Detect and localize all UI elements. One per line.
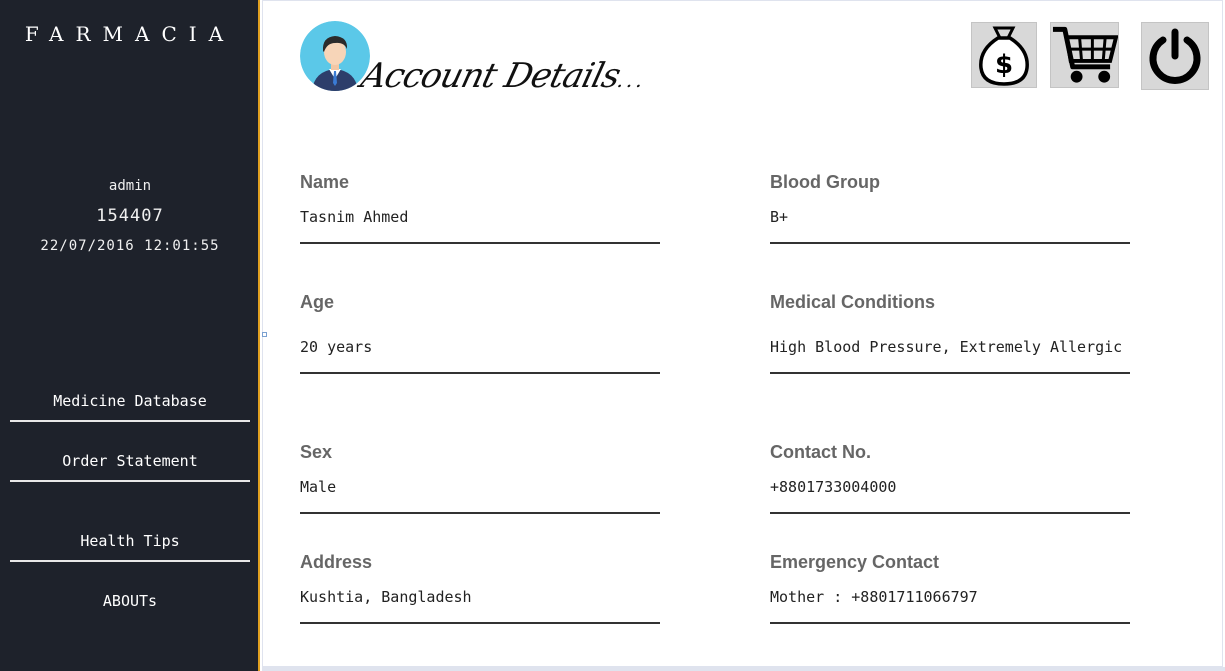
login-datetime: 22/07/2016 12:01:55 — [40, 238, 220, 254]
blood-group-label: Blood Group — [770, 172, 880, 192]
blood-group-field: Blood Group B+ — [770, 172, 1130, 244]
sex-label: Sex — [300, 442, 333, 462]
name-label: Name — [300, 172, 350, 192]
name-value: Tasnim Ahmed — [300, 208, 409, 226]
nav-order-statement[interactable]: Order Statement — [10, 452, 250, 482]
age-value: 20 years — [300, 338, 373, 356]
nav-medicine-database[interactable]: Medicine Database — [10, 392, 250, 422]
svg-text:$: $ — [995, 50, 1013, 80]
brand-logo: FARMACIA — [24, 22, 236, 46]
blood-group-value: B+ — [770, 208, 789, 226]
cart-button[interactable] — [1050, 22, 1119, 88]
contact-label: Contact No. — [770, 442, 871, 462]
nav-abouts[interactable]: ABOUTs — [10, 592, 250, 620]
contact-field: Contact No. +8801733004000 — [770, 442, 1130, 514]
medical-conditions-value: High Blood Pressure, Extremely Allergic — [770, 338, 1123, 356]
emergency-contact-field: Emergency Contact Mother : +880171106679… — [770, 552, 1130, 624]
contact-value: +8801733004000 — [770, 478, 897, 496]
user-id: 154407 — [96, 206, 164, 226]
sidebar: FARMACIA admin 154407 22/07/2016 12:01:5… — [0, 0, 260, 671]
nav-health-tips[interactable]: Health Tips — [10, 532, 250, 562]
address-label: Address — [300, 552, 373, 572]
name-field: Name Tasnim Ahmed — [300, 172, 660, 244]
username: admin — [108, 178, 152, 194]
age-field: Age 20 years — [300, 292, 660, 374]
money-bag-icon: $ — [979, 26, 1029, 86]
avatar-icon — [300, 21, 370, 91]
age-label: Age — [300, 292, 335, 312]
address-value: Kushtia, Bangladesh — [300, 588, 472, 606]
sex-field: Sex Male — [300, 442, 660, 514]
sex-value: Male — [300, 478, 337, 496]
money-bag-button[interactable]: $ — [971, 22, 1037, 88]
power-icon — [1149, 28, 1201, 84]
page-title: Account Details... — [357, 56, 649, 96]
logout-button[interactable] — [1141, 22, 1209, 90]
emergency-contact-label: Emergency Contact — [770, 552, 940, 572]
resize-handle — [262, 332, 267, 337]
address-field: Address Kushtia, Bangladesh — [300, 552, 660, 624]
emergency-contact-value: Mother : +8801711066797 — [770, 588, 978, 606]
bottom-border — [262, 667, 1225, 671]
medical-conditions-label: Medical Conditions — [770, 292, 936, 312]
medical-conditions-field: Medical Conditions High Blood Pressure, … — [770, 292, 1130, 374]
shopping-cart-icon — [1052, 26, 1118, 83]
